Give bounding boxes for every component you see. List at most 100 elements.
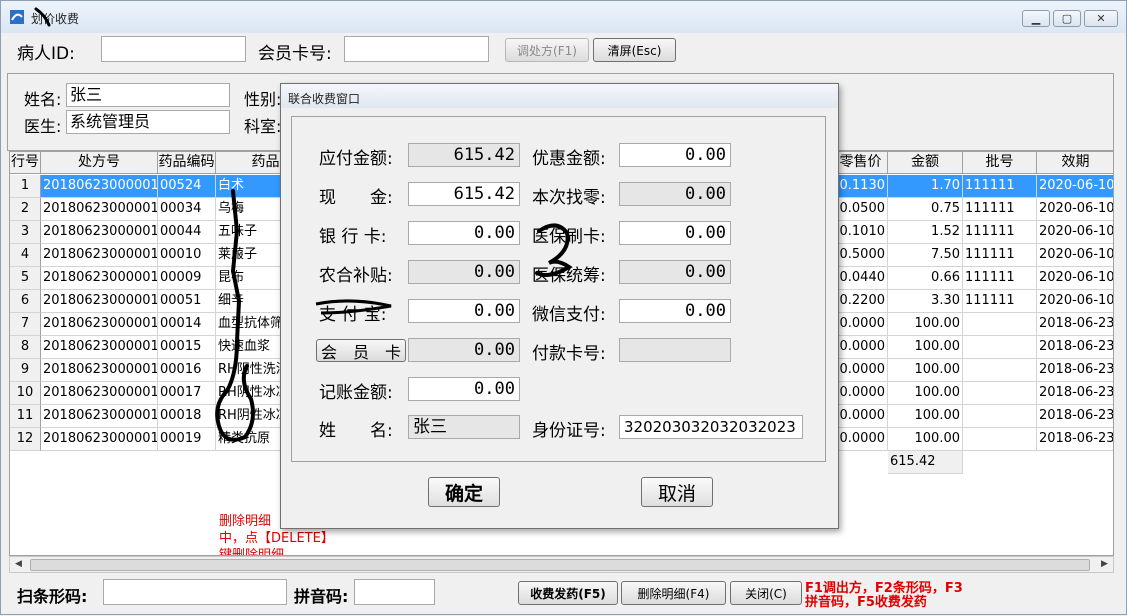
column-header[interactable]: 处方号 (41, 152, 158, 174)
table-cell-code[interactable]: 00019 (158, 428, 216, 451)
table-cell-amount[interactable]: 0.75 (888, 198, 963, 221)
table-cell-no[interactable]: 5 (10, 267, 41, 290)
alipay-input[interactable]: 0.00 (408, 299, 520, 323)
table-cell-no[interactable]: 9 (10, 359, 41, 382)
table-cell-exp[interactable]: 2020-06-10 (1037, 244, 1113, 267)
table-cell-amount[interactable]: 1.70 (888, 175, 963, 198)
table-cell-no[interactable]: 10 (10, 382, 41, 405)
table-cell-rx[interactable]: 20180623000001 (41, 290, 158, 313)
table-cell-rx[interactable]: 20180623000001 (41, 267, 158, 290)
table-cell-price[interactable]: 0.0000 (834, 359, 888, 382)
table-cell-code[interactable]: 00051 (158, 290, 216, 313)
table-cell-amount[interactable]: 100.00 (888, 336, 963, 359)
table-cell-no[interactable]: 1 (10, 175, 41, 198)
table-cell-code[interactable]: 00010 (158, 244, 216, 267)
member-card-button[interactable]: 会 员 卡 (316, 339, 406, 362)
table-cell-rx[interactable]: 20180623000001 (41, 198, 158, 221)
table-cell-code[interactable]: 00524 (158, 175, 216, 198)
table-cell-code[interactable]: 00018 (158, 405, 216, 428)
table-cell-no[interactable]: 4 (10, 244, 41, 267)
id-card-input[interactable]: 320203032032032023 (619, 415, 803, 439)
table-cell-rx[interactable]: 20180623000001 (41, 175, 158, 198)
table-cell-batch[interactable] (963, 382, 1037, 405)
table-cell-price[interactable]: 0.0440 (834, 267, 888, 290)
table-cell-amount[interactable]: 100.00 (888, 405, 963, 428)
table-cell-batch[interactable]: 111111 (963, 175, 1037, 198)
table-cell-rx[interactable]: 20180623000001 (41, 405, 158, 428)
table-cell-rx[interactable]: 20180623000001 (41, 313, 158, 336)
table-cell-amount[interactable]: 0.66 (888, 267, 963, 290)
close-button[interactable]: 关闭(C) (730, 581, 802, 605)
table-cell-price[interactable]: 0.2200 (834, 290, 888, 313)
table-cell-no[interactable]: 2 (10, 198, 41, 221)
table-cell-batch[interactable]: 111111 (963, 290, 1037, 313)
column-header[interactable]: 零售价 (834, 152, 888, 174)
table-cell-no[interactable]: 7 (10, 313, 41, 336)
horizontal-scrollbar[interactable]: ◀ ▶ (9, 556, 1114, 573)
table-cell-price[interactable]: 0.1130 (834, 175, 888, 198)
pinyin-input[interactable] (354, 579, 435, 605)
table-cell-amount[interactable]: 7.50 (888, 244, 963, 267)
table-cell-no[interactable]: 3 (10, 221, 41, 244)
account-amount-input[interactable]: 0.00 (408, 377, 520, 401)
table-cell-amount[interactable]: 1.52 (888, 221, 963, 244)
table-cell-batch[interactable] (963, 313, 1037, 336)
confirm-button[interactable]: 确定 (428, 477, 500, 507)
table-cell-batch[interactable] (963, 336, 1037, 359)
table-cell-rx[interactable]: 20180623000001 (41, 428, 158, 451)
member-card-input[interactable] (344, 36, 489, 62)
bank-card-input[interactable]: 0.00 (408, 221, 520, 245)
discount-input[interactable]: 0.00 (619, 143, 731, 167)
table-cell-exp[interactable]: 2020-06-10 (1037, 198, 1113, 221)
table-cell-exp[interactable]: 2018-06-23 (1037, 336, 1113, 359)
table-cell-rx[interactable]: 20180623000001 (41, 244, 158, 267)
table-cell-price[interactable]: 0.0000 (834, 336, 888, 359)
table-cell-rx[interactable]: 20180623000001 (41, 382, 158, 405)
medical-card-input[interactable]: 0.00 (619, 221, 731, 245)
table-cell-rx[interactable]: 20180623000001 (41, 221, 158, 244)
table-cell-exp[interactable]: 2020-06-10 (1037, 175, 1113, 198)
table-cell-code[interactable]: 00044 (158, 221, 216, 244)
wechat-pay-input[interactable]: 0.00 (619, 299, 731, 323)
cash-input[interactable]: 615.42 (408, 182, 520, 206)
clear-screen-button[interactable]: 清屏(Esc) (593, 38, 676, 62)
table-cell-exp[interactable]: 2020-06-10 (1037, 267, 1113, 290)
table-cell-exp[interactable]: 2020-06-10 (1037, 221, 1113, 244)
table-cell-batch[interactable]: 111111 (963, 244, 1037, 267)
table-cell-no[interactable]: 6 (10, 290, 41, 313)
maximize-button[interactable]: ▢ (1053, 10, 1081, 27)
delete-detail-button[interactable]: 删除明细(F4) (621, 581, 726, 605)
table-cell-exp[interactable]: 2018-06-23 (1037, 428, 1113, 451)
table-cell-code[interactable]: 00017 (158, 382, 216, 405)
table-cell-code[interactable]: 00014 (158, 313, 216, 336)
table-cell-batch[interactable] (963, 405, 1037, 428)
table-cell-batch[interactable]: 111111 (963, 198, 1037, 221)
table-cell-rx[interactable]: 20180623000001 (41, 359, 158, 382)
recall-prescription-button[interactable]: 调处方(F1) (505, 38, 589, 62)
table-cell-price[interactable]: 0.5000 (834, 244, 888, 267)
table-cell-price[interactable]: 0.0000 (834, 382, 888, 405)
table-cell-no[interactable]: 12 (10, 428, 41, 451)
barcode-input[interactable] (103, 579, 287, 605)
patient-id-input[interactable] (101, 36, 246, 62)
table-cell-amount[interactable]: 100.00 (888, 313, 963, 336)
table-cell-amount[interactable]: 100.00 (888, 382, 963, 405)
table-cell-price[interactable]: 0.0500 (834, 198, 888, 221)
table-cell-code[interactable]: 00034 (158, 198, 216, 221)
table-cell-no[interactable]: 8 (10, 336, 41, 359)
column-header[interactable]: 行号 (10, 152, 41, 174)
doctor-field[interactable]: 系统管理员 (66, 110, 230, 134)
scroll-left-icon[interactable]: ◀ (15, 559, 22, 569)
column-header[interactable]: 药品编码 (158, 152, 216, 174)
table-cell-exp[interactable]: 2018-06-23 (1037, 359, 1113, 382)
table-cell-code[interactable]: 00015 (158, 336, 216, 359)
table-cell-batch[interactable] (963, 359, 1037, 382)
table-cell-batch[interactable] (963, 428, 1037, 451)
scroll-thumb[interactable] (30, 559, 1090, 571)
table-cell-price[interactable]: 0.1010 (834, 221, 888, 244)
table-cell-exp[interactable]: 2018-06-23 (1037, 405, 1113, 428)
table-cell-exp[interactable]: 2018-06-23 (1037, 313, 1113, 336)
cancel-button[interactable]: 取消 (641, 477, 713, 507)
table-cell-amount[interactable]: 100.00 (888, 428, 963, 451)
minimize-button[interactable]: ▁ (1022, 10, 1050, 27)
